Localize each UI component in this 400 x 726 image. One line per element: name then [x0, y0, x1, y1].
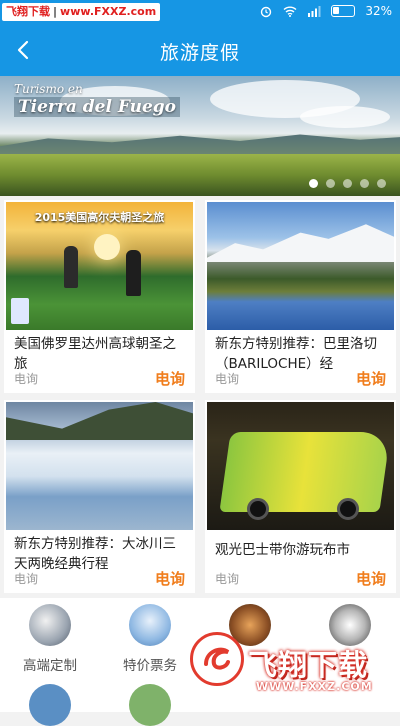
- status-icons: 32%: [259, 4, 392, 18]
- watermark-site-badge: 飞翔下载 | www.FXXZ.com: [2, 3, 161, 21]
- product-price: 电询: [154, 570, 185, 588]
- category-icon-row2[interactable]: [129, 684, 171, 726]
- product-tag: 电询: [14, 572, 39, 586]
- product-card[interactable]: 新东方特别推荐：巴里洛切（BARILOCHE）经 电询 电询: [205, 200, 396, 393]
- carousel-indicator: [309, 179, 386, 188]
- carousel-dot[interactable]: [377, 179, 386, 188]
- product-image-glacier: [6, 402, 193, 530]
- product-price: 电询: [154, 370, 185, 388]
- category-label: 特价票务: [123, 658, 177, 674]
- wifi-icon: [283, 6, 297, 17]
- alarm-icon: [261, 6, 272, 18]
- product-price: 电询: [355, 570, 386, 588]
- category-icon-row2[interactable]: [29, 684, 71, 726]
- product-image-title: 2015美国高尔夫朝圣之旅: [34, 211, 165, 224]
- carousel-dot[interactable]: [326, 179, 335, 188]
- banner-caption: Turismo en Tierra del Fuego: [14, 82, 181, 117]
- product-card[interactable]: 观光巴士带你游玩布市 电询 电询: [205, 400, 396, 593]
- banner-mountains: [0, 134, 400, 154]
- product-card[interactable]: 新东方特别推荐：大冰川三天两晚经典行程 电询 电询: [4, 400, 195, 593]
- watermark-url: WWW.FXXZ.COM: [256, 680, 373, 693]
- page-title: 旅游度假: [159, 42, 240, 64]
- business-people-icon: [29, 604, 71, 646]
- app-header: 旅游度假: [0, 24, 400, 76]
- carousel-dot[interactable]: [360, 179, 369, 188]
- logo-icon: [11, 298, 29, 324]
- category-label: 高端定制: [23, 658, 77, 674]
- watermark-site-url: www.FXXZ.com: [60, 5, 157, 18]
- battery-icon: [331, 5, 356, 17]
- swirl-icon: [204, 647, 230, 670]
- watermark-site-name: 飞翔下载: [6, 5, 50, 18]
- watermark-logo-icon: [190, 632, 244, 686]
- product-price: 电询: [355, 370, 386, 388]
- watermark-overlay: 飞翔下载 WWW.FXXZ.COM: [190, 624, 400, 712]
- category-item-tickets[interactable]: 特价票务: [100, 598, 200, 674]
- banner-field: [0, 154, 400, 196]
- product-image-bus: [207, 402, 394, 530]
- product-tag: 电询: [215, 372, 240, 386]
- banner-line-1: Turismo en: [14, 82, 83, 96]
- battery-percent: 32%: [365, 4, 392, 18]
- category-item-custom[interactable]: 高端定制: [0, 598, 100, 674]
- golfer-figure: [64, 246, 78, 288]
- banner-line-2: Tierra del Fuego: [14, 97, 181, 117]
- signal-icon: [308, 6, 321, 17]
- product-tag: 电询: [215, 572, 240, 586]
- product-tag: 电询: [14, 372, 39, 386]
- product-card[interactable]: 2015美国高尔夫朝圣之旅 美国佛罗里达州高球朝圣之旅 电询 电询: [4, 200, 195, 393]
- golfer-figure: [126, 250, 141, 296]
- product-image-golf: 2015美国高尔夫朝圣之旅: [6, 202, 193, 330]
- watermark-name: 飞翔下载: [248, 648, 369, 682]
- bus-figure: [219, 432, 391, 512]
- carousel-dot[interactable]: [343, 179, 352, 188]
- carousel-dot[interactable]: [309, 179, 318, 188]
- airplane-icon: [129, 604, 171, 646]
- banner-carousel[interactable]: Turismo en Tierra del Fuego: [0, 76, 400, 196]
- product-image-lake: [207, 202, 394, 330]
- status-bar: 飞翔下载 | www.FXXZ.com 32%: [0, 0, 400, 24]
